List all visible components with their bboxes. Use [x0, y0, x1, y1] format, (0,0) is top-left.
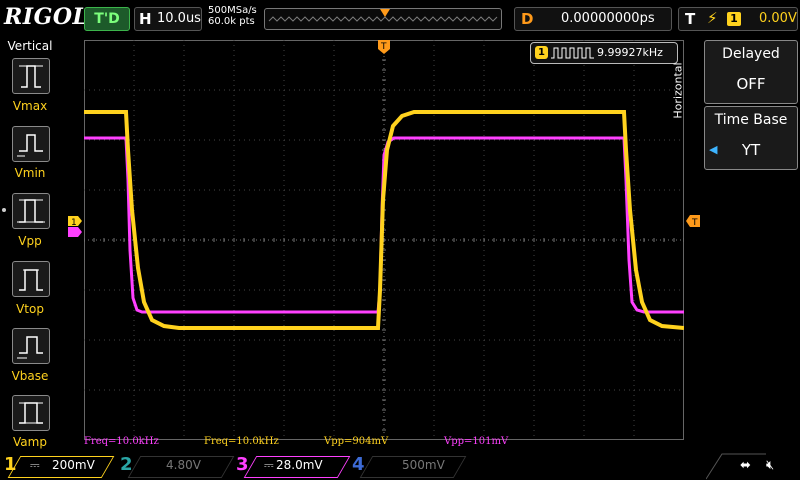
vmin-label: Vmin [14, 166, 46, 180]
frequency-counter: 1 9.99927kHz [530, 42, 678, 64]
trigger-status-badge: T'D [84, 7, 130, 31]
brand-logo: RIGOL [4, 4, 89, 30]
top-status-bar: RIGOL T'D H 10.0us 500MSa/s 60.0k pts D … [0, 0, 800, 36]
time-base-button[interactable]: Time Base ◀ YT [704, 106, 798, 170]
vmin-button[interactable] [12, 126, 50, 162]
channel-1-scale: 200mV [52, 458, 95, 472]
vamp-label: Vamp [13, 435, 47, 449]
delayed-title: Delayed [722, 46, 780, 62]
delay-value: 0.00000000ps [561, 11, 655, 26]
horizontal-label: H [139, 10, 152, 28]
time-base-title: Time Base [714, 112, 788, 128]
menu-title: Vertical [7, 39, 53, 53]
vpp-label: Vpp [18, 234, 42, 248]
time-base-value: YT [741, 141, 761, 159]
acquisition-info: 500MSa/s 60.0k pts [208, 5, 257, 27]
counter-value: 9.99927kHz [597, 46, 663, 59]
sample-rate: 500MSa/s [208, 5, 257, 16]
horizontal-menu-tab: Horizontal [672, 42, 702, 142]
horizontal-tab-label: Horizontal [671, 62, 685, 119]
trigger-time-marker[interactable]: T [378, 40, 390, 54]
counter-channel-badge: 1 [535, 46, 548, 59]
vbase-label: Vbase [11, 369, 49, 383]
vmax-label: Vmax [12, 99, 48, 113]
channel-2-status[interactable]: 2 4.80V [116, 452, 235, 480]
channel-3-number: 3 [236, 454, 249, 475]
memory-depth: 60.0k pts [208, 16, 255, 27]
vtop-icon [19, 269, 43, 291]
usb-icon: ⬌ [740, 458, 751, 473]
vtop-button[interactable] [12, 261, 50, 297]
svg-text:1: 1 [71, 218, 77, 228]
channel-status-bar: 1 ⎓ 200mV 2 4.80V 3 ⎓ 28.0mV 4 500mV ⬌ 🔇… [0, 452, 800, 480]
coupling-icon: ⎓ [30, 458, 40, 472]
measurement-freq-ch3: Freq=10.0kHz [84, 436, 159, 447]
channel-4-scale: 500mV [402, 458, 445, 472]
vbase-icon [17, 336, 43, 359]
vamp-icon [19, 402, 43, 424]
vamp-button[interactable] [12, 395, 50, 431]
channel-3-status[interactable]: 3 ⎓ 28.0mV [232, 452, 351, 480]
channel-2-number: 2 [120, 454, 133, 475]
memory-overview-strip[interactable] [264, 8, 502, 30]
vmax-icon [19, 65, 43, 88]
trigger-position-marker [380, 9, 390, 17]
status-panel-outline [706, 453, 766, 480]
vpp-icon [17, 199, 45, 223]
delayed-button[interactable]: Delayed OFF [704, 40, 798, 104]
vbase-button[interactable] [12, 328, 50, 364]
channel-3-scale: 28.0mV [276, 458, 323, 472]
square-wave-icon [551, 47, 594, 59]
delay-label: D [521, 10, 534, 28]
measurement-vpp-ch3: Vpp=101mV [444, 436, 509, 447]
waveform-display[interactable] [84, 40, 684, 440]
channel-1-number: 1 [4, 454, 17, 475]
measure-menu: Vertical Vmax Vmin Vpp Vtop Vbase Vamp [0, 36, 60, 450]
channel-4-number: 4 [352, 454, 365, 475]
timebase-value: 10.0us [157, 11, 201, 26]
delayed-value: OFF [736, 75, 766, 93]
vtop-label: Vtop [16, 302, 44, 316]
trigger-box[interactable]: T ⚡ 1 0.00V [678, 7, 798, 31]
horizontal-timebase-box[interactable]: H 10.0us [134, 7, 202, 31]
trigger-label: T [685, 10, 696, 28]
channel-2-scale: 4.80V [166, 458, 201, 472]
vpp-button[interactable] [12, 193, 50, 229]
graticule [84, 40, 684, 440]
vmin-icon [17, 134, 43, 157]
horizontal-menu: Horizontal Delayed OFF Time Base ◀ YT [672, 36, 800, 450]
trigger-level: 0.00V [759, 11, 797, 26]
vmax-button[interactable] [12, 58, 50, 94]
coupling-icon: ⎓ [264, 458, 274, 472]
delay-box[interactable]: D 0.00000000ps [514, 7, 672, 31]
channel-1-level-marker[interactable]: 1 [68, 216, 82, 238]
channel-4-status[interactable]: 4 500mV [348, 452, 467, 480]
menu-page-dot [2, 208, 6, 212]
trigger-source-badge: 1 [727, 12, 741, 26]
channel-1-status[interactable]: 1 ⎓ 200mV [0, 452, 116, 480]
rising-edge-icon: ⚡ [707, 9, 718, 27]
measurement-vpp-ch1: Vpp=904mV [324, 436, 389, 447]
svg-text:T: T [380, 42, 387, 52]
speaker-muted-icon[interactable]: 🔇︎ [766, 458, 774, 473]
measurement-freq-ch1: Freq=10.0kHz [204, 436, 279, 447]
